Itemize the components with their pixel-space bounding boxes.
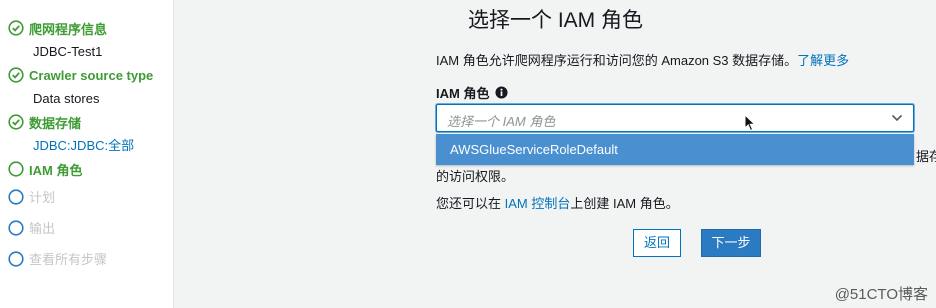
empty-circle-icon [8,161,24,177]
empty-circle-icon [8,188,24,205]
select-placeholder: 选择一个 IAM 角色 [447,114,556,129]
step-review: 查看所有步骤 [0,243,173,274]
step-summary-link[interactable]: JDBC:JDBC:全部 [0,134,173,157]
step-summary: JDBC-Test1 [33,44,103,59]
access-text: 的访问权限。 [436,169,515,184]
dropdown-option[interactable]: AWSGlueServiceRoleDefault [436,134,914,165]
step-label: Crawler source type [29,67,154,83]
iam-role-label: IAM 角色 [436,83,508,102]
check-circle-icon [8,114,24,130]
check-circle-icon [8,20,24,36]
main-panel: 选择一个 IAM 角色 IAM 角色允许爬网程序运行和访问您的 Amazon S… [175,0,936,308]
description: IAM 角色允许爬网程序运行和访问您的 Amazon S3 数据存储。了解更多 [436,50,849,69]
chevron-down-icon [891,114,903,122]
iam-role-select[interactable]: 选择一个 IAM 角色 [436,104,914,132]
description-text: IAM 角色允许爬网程序运行和访问您的 Amazon S3 数据存储。 [436,53,798,68]
mouse-pointer-icon [744,114,756,132]
info-icon[interactable] [495,86,508,99]
page-title: 选择一个 IAM 角色 [467,9,643,32]
step-output: 输出 [0,212,173,243]
field-label-text: IAM 角色 [436,86,490,101]
step-iam-role[interactable]: IAM 角色 [0,157,173,181]
step-label: 计划 [29,190,56,205]
clipped-text: 据存 [916,149,936,164]
step-label: 输出 [29,221,56,236]
step-label: IAM 角色 [29,162,83,178]
create-role-hint: 您还可以在 IAM 控制台上创建 IAM 角色。 [436,193,679,212]
step-label: 查看所有步骤 [29,252,108,267]
step-crawler-source-type[interactable]: Crawler source type Data stores [0,63,173,110]
check-circle-icon [8,67,24,83]
wizard-sidebar: 爬网程序信息 JDBC-Test1 Crawler source type Da… [0,0,174,308]
learn-more-link[interactable]: 了解更多 [797,53,849,68]
create-suffix: 上创建 IAM 角色。 [570,196,679,211]
create-prefix: 您还可以在 [436,196,502,211]
step-label: 数据存储 [29,115,82,131]
step-crawler-info[interactable]: 爬网程序信息 JDBC-Test1 [0,16,173,63]
empty-circle-icon [8,219,24,236]
watermark: @51CTO博客 [834,286,928,303]
empty-circle-icon [8,250,24,267]
step-label: 爬网程序信息 [29,21,108,37]
step-data-store[interactable]: 数据存储 JDBC:JDBC:全部 [0,110,173,157]
next-button[interactable]: 下一步 [701,229,761,257]
step-summary: Data stores [33,91,100,106]
back-button[interactable]: 返回 [633,229,681,257]
iam-console-link[interactable]: IAM 控制台 [505,196,571,211]
step-schedule: 计划 [0,181,173,212]
